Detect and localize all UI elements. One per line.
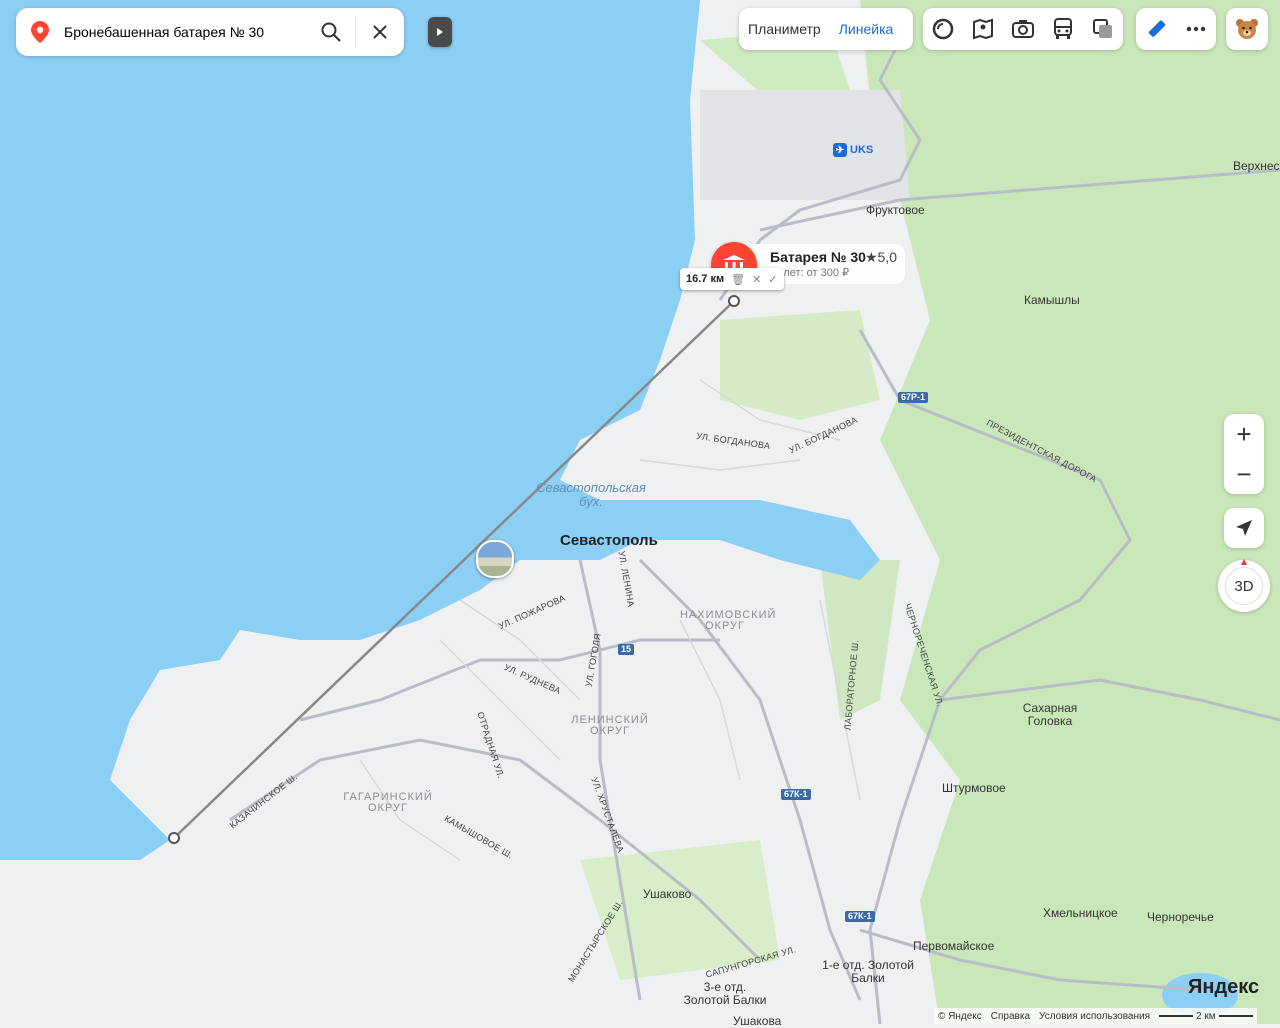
village-label: Сахарная Головка xyxy=(1022,701,1078,728)
ruler-icon[interactable] xyxy=(1136,8,1176,50)
trash-icon[interactable]: 🗑 xyxy=(731,273,745,286)
village-label: Хмельницкое xyxy=(1043,906,1118,920)
my-location-button[interactable] xyxy=(1224,508,1264,548)
zoom-out-button[interactable]: − xyxy=(1224,454,1264,494)
village-label: 1-е отд. Золотой Балки xyxy=(822,958,914,985)
3d-view-button[interactable]: 3D xyxy=(1218,559,1270,612)
copyright-link[interactable]: © Яндекс xyxy=(938,1011,982,1022)
district-label: Нахимовский округ xyxy=(680,609,777,632)
check-icon[interactable]: ✓ xyxy=(768,273,777,286)
scale-bar xyxy=(1159,1015,1194,1017)
search-icon xyxy=(321,22,341,42)
district-label: Гагаринский округ xyxy=(343,791,433,814)
airport-icon: ✈ xyxy=(833,143,847,157)
poi-rating: ★5,0 xyxy=(865,249,898,265)
close-icon[interactable]: ✕ xyxy=(752,273,761,286)
village-label: Верхнес xyxy=(1233,159,1280,173)
close-icon xyxy=(373,25,387,39)
bear-avatar-icon xyxy=(1236,19,1258,39)
road-shield: 67К-1 xyxy=(845,911,875,922)
tiles-icon[interactable] xyxy=(1083,8,1123,50)
location-pin-icon xyxy=(16,8,64,56)
road-shield: 67К-1 xyxy=(781,789,811,800)
village-label: Камышлы xyxy=(1024,293,1080,307)
zoom-control: + − xyxy=(1224,414,1264,494)
village-label: Черноречье xyxy=(1147,910,1214,924)
yandex-logo[interactable]: Яндекс xyxy=(1188,976,1259,999)
village-label: Фруктовое xyxy=(866,203,925,217)
layers-toolbar xyxy=(923,8,1123,50)
photo-icon[interactable] xyxy=(1003,8,1043,50)
sidebar-toggle-button[interactable] xyxy=(428,17,452,47)
profile-button[interactable] xyxy=(1226,8,1268,50)
triangle-right-icon xyxy=(437,28,443,36)
village-label: Первомайское xyxy=(913,939,995,953)
terms-link[interactable]: Условия использования xyxy=(1039,1011,1150,1022)
panorama-icon[interactable] xyxy=(963,8,1003,50)
poi-name[interactable]: Батарея № 30 xyxy=(770,249,866,265)
photo-marker[interactable] xyxy=(476,540,514,578)
search-button[interactable] xyxy=(307,8,355,56)
village-label: Штурмовое xyxy=(942,781,1006,795)
planimeter-button[interactable]: Планиметр xyxy=(739,21,830,37)
help-link[interactable]: Справка xyxy=(991,1011,1030,1022)
tools-toolbar xyxy=(1136,8,1216,50)
road-shield: 67Р-1 xyxy=(898,392,929,403)
ruler-distance-popup: 16.7 км 🗑 ✕ ✓ xyxy=(680,268,784,290)
scale-label: 2 км xyxy=(1196,1010,1216,1022)
village-label: 3-е отд. Золотой Балки xyxy=(683,980,767,1007)
clear-search-button[interactable] xyxy=(356,8,404,56)
navigation-arrow-icon xyxy=(1236,520,1252,536)
airport-marker[interactable]: ✈ UKS xyxy=(833,143,873,157)
ruler-distance: 16.7 км xyxy=(686,273,725,285)
compass-north-icon xyxy=(1241,559,1247,565)
search-bar: Бронебашенная батарея № 30 xyxy=(16,8,404,56)
scale-bar xyxy=(1218,1015,1253,1017)
search-input[interactable]: Бронебашенная батарея № 30 xyxy=(64,24,307,40)
zoom-in-button[interactable]: + xyxy=(1224,414,1264,454)
village-label: Ушаково xyxy=(643,887,692,901)
district-label: Ленинский округ xyxy=(571,714,649,737)
3d-label: 3D xyxy=(1234,577,1254,595)
village-label: Ушакова xyxy=(733,1014,782,1028)
bay-label: Севастопольская бух. xyxy=(536,480,646,509)
measure-mode-toolbar: Планиметр Линейка xyxy=(739,8,913,50)
more-icon[interactable] xyxy=(1176,8,1216,50)
map-scale: 2 км xyxy=(1159,1011,1253,1022)
map-canvas[interactable] xyxy=(0,0,1280,1024)
map-footer: © Яндекс Справка Условия использования 2… xyxy=(934,1008,1257,1024)
ruler-mode-button[interactable]: Линейка xyxy=(830,21,903,37)
airport-code: UKS xyxy=(850,144,874,156)
city-label: Севастополь xyxy=(560,532,658,549)
transport-icon[interactable] xyxy=(1043,8,1083,50)
road-shield: 15 xyxy=(618,644,635,655)
layers-icon[interactable] xyxy=(923,8,963,50)
